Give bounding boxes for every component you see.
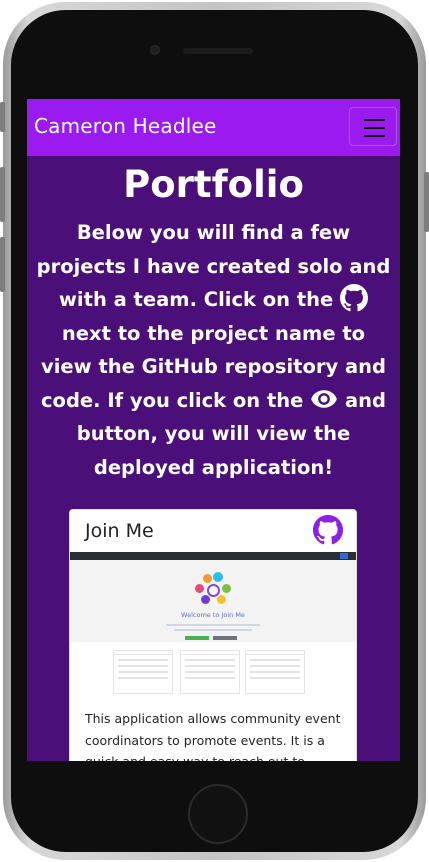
mute-switch	[0, 102, 5, 132]
screenshot-navbar	[70, 552, 356, 560]
screenshot-heading: Welcome to Join Me	[181, 611, 245, 619]
phone-screen: Cameron Headlee Portfolio Below you will…	[27, 99, 400, 761]
screenshot-hero: Welcome to Join Me	[70, 560, 356, 642]
menu-icon-bar	[364, 135, 385, 137]
intro-text-part-1: Below you will find a few projects I hav…	[36, 221, 391, 311]
project-card-join-me: Join Me Welcome to Join Me This applicat…	[69, 509, 357, 761]
menu-icon-bar	[364, 127, 385, 129]
home-button[interactable]	[188, 784, 248, 844]
volume-down-button	[0, 237, 5, 292]
github-icon	[340, 284, 369, 312]
navbar-brand[interactable]: Cameron Headlee	[34, 114, 217, 138]
screenshot-column	[113, 650, 173, 694]
front-camera	[150, 45, 160, 55]
navbar: Cameron Headlee	[27, 99, 400, 156]
page-title: Portfolio	[123, 163, 304, 206]
volume-up-button	[0, 167, 5, 222]
github-icon[interactable]	[313, 515, 343, 545]
menu-icon	[364, 119, 385, 121]
navbar-toggler-button[interactable]	[349, 107, 397, 146]
project-screenshot[interactable]: Welcome to Join Me	[70, 552, 356, 697]
power-button	[424, 172, 429, 232]
main-content: Portfolio Below you will find a few proj…	[27, 161, 400, 484]
eye-icon	[311, 389, 338, 408]
screenshot-column	[245, 650, 305, 694]
project-title: Join Me	[85, 520, 154, 542]
intro-paragraph: Below you will find a few projects I hav…	[33, 216, 394, 484]
screenshot-column	[180, 650, 240, 694]
project-description: This application allows community event …	[85, 711, 341, 761]
earpiece-speaker	[183, 48, 253, 54]
